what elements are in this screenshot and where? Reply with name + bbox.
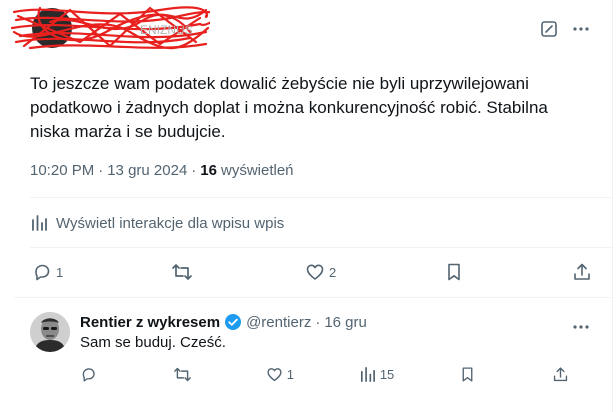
reply-icon — [80, 366, 97, 383]
divider — [30, 197, 612, 198]
share-button[interactable] — [552, 366, 580, 383]
views-icon — [359, 366, 376, 383]
analytics-icon — [30, 214, 48, 232]
bookmark-button[interactable] — [459, 366, 487, 383]
reply-button[interactable]: 1 — [32, 262, 63, 282]
like-icon — [305, 262, 325, 282]
reply-count: 1 — [56, 264, 64, 280]
repost-button[interactable] — [173, 366, 201, 383]
post-action-bar: 1 2 — [32, 262, 592, 282]
share-button[interactable] — [572, 262, 592, 282]
verified-badge-icon — [224, 313, 242, 331]
redacted-author-scribble: ENIZNUS — [10, 6, 210, 50]
post-analytics-link[interactable]: Wyświetl interakcje dla wpisu wpis — [30, 214, 284, 232]
divider — [14, 297, 612, 298]
post-time[interactable]: 10:20 PM — [30, 162, 94, 179]
bookmark-button[interactable] — [444, 262, 464, 282]
reply-header: Rentier z wykresem @rentierz · 16 gru — [80, 313, 367, 331]
analytics-label: Wyświetl interakcje dla wpisu wpis — [56, 214, 285, 232]
bookmark-icon — [444, 262, 464, 282]
post-views-count: 16 — [200, 162, 217, 179]
repost-icon — [173, 366, 192, 383]
views-button[interactable]: 15 — [359, 366, 394, 383]
like-button[interactable]: 1 — [266, 366, 294, 383]
meta-separator: · — [315, 313, 321, 331]
share-icon — [572, 262, 592, 282]
like-icon — [266, 366, 283, 383]
meta-separator: · — [191, 162, 197, 179]
share-icon — [552, 366, 569, 383]
reply-action-bar: 1 15 — [80, 366, 580, 383]
reply-text: Sam se buduj. Cześć. — [80, 334, 226, 351]
post-meta: 10:20 PM · 13 gru 2024 · 16 wyświetleń — [30, 162, 294, 179]
reply-time[interactable]: 16 gru — [324, 314, 367, 331]
avatar[interactable] — [30, 312, 70, 352]
divider — [30, 247, 612, 248]
meta-separator: · — [98, 162, 104, 179]
reply-author-handle[interactable]: @rentierz — [246, 314, 311, 331]
more-icon[interactable] — [572, 318, 590, 336]
like-count: 2 — [328, 264, 337, 280]
post-date[interactable]: 13 gru 2024 — [107, 162, 187, 179]
like-button[interactable]: 2 — [305, 262, 336, 282]
bookmark-icon — [459, 366, 476, 383]
post-views-label: wyświetleń — [220, 162, 294, 179]
reply-author-name[interactable]: Rentier z wykresem — [80, 314, 220, 331]
post-text: To jeszcze wam podatek dowalić żebyście … — [30, 74, 548, 141]
views-count: 15 — [379, 367, 395, 382]
reply-icon — [32, 262, 52, 282]
right-border — [612, 0, 613, 412]
reply-button[interactable] — [80, 366, 108, 383]
grok-icon[interactable] — [540, 20, 558, 38]
svg-text:ENIZNUS: ENIZNUS — [140, 23, 193, 37]
like-count: 1 — [286, 367, 294, 382]
repost-button[interactable] — [171, 262, 197, 282]
more-icon[interactable] — [572, 20, 590, 38]
repost-icon — [171, 262, 193, 282]
